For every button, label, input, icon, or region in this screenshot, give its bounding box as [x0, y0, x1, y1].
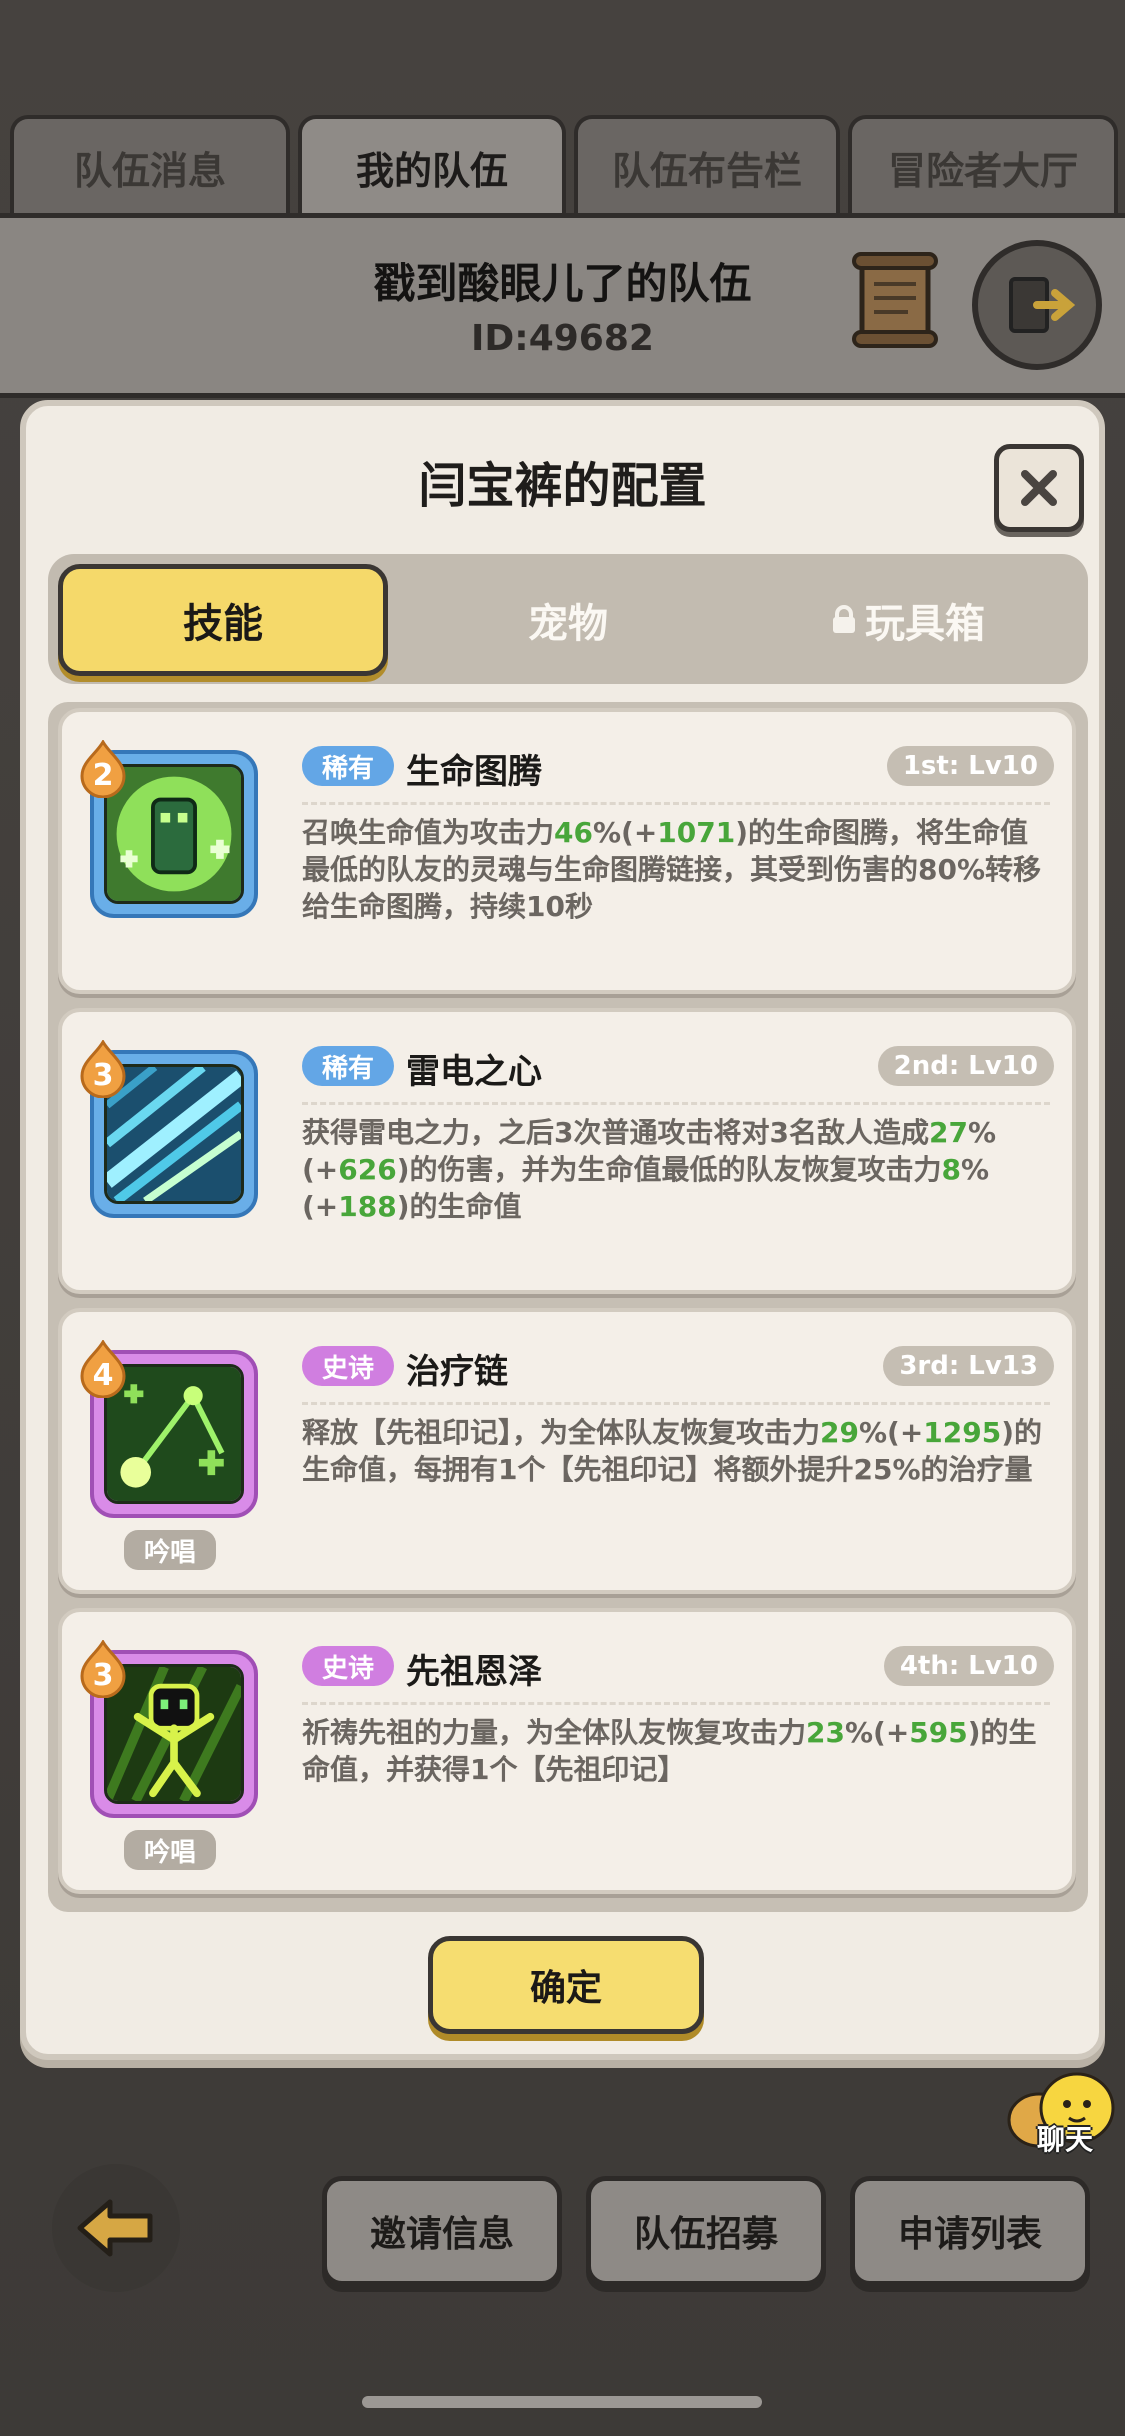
skill-name: 先祖恩泽 [406, 1652, 542, 1692]
slot-tag: 4th: Lv10 [883, 1646, 1054, 1686]
back-arrow-icon [77, 2199, 153, 2257]
level-badge: 4 [80, 1339, 126, 1399]
team-recruit-button[interactable]: 队伍招募 [586, 2176, 826, 2286]
tab-team-bulletin[interactable]: 队伍布告栏 [574, 115, 840, 215]
skill-name: 治疗链 [406, 1352, 508, 1392]
stat-value: 23 [806, 1716, 845, 1749]
chat-label[interactable]: 聊天 [1020, 2118, 1110, 2158]
config-tabs: 技能 宠物 玩具箱 [48, 554, 1088, 684]
tab-team-messages[interactable]: 队伍消息 [10, 115, 290, 215]
tab-toybox[interactable]: 玩具箱 [743, 564, 1073, 676]
exit-door-icon [1009, 277, 1076, 333]
skill-list: 2 稀有 生命图腾 1st: Lv10 召唤生命值为攻击力46%(+1071)的… [48, 702, 1088, 1912]
level-badge: 3 [80, 1039, 126, 1099]
skill-name: 生命图腾 [406, 752, 542, 792]
stat-value: 626 [338, 1153, 397, 1186]
scroll-icon[interactable] [850, 250, 940, 350]
stat-value: 46 [554, 816, 593, 849]
team-name: 戳到酸眼儿了的队伍 [373, 259, 752, 308]
tab-skills[interactable]: 技能 [58, 564, 388, 676]
divider [302, 1702, 1050, 1705]
tab-my-team[interactable]: 我的队伍 [298, 115, 566, 215]
slot-tag: 1st: Lv10 [886, 746, 1054, 786]
slot-tag: 2nd: Lv10 [877, 1046, 1054, 1086]
top-tab-bar: 队伍消息 我的队伍 队伍布告栏 冒险者大厅 [0, 115, 1125, 215]
modal-title: 闫宝裤的配置 [418, 458, 707, 514]
stat-value: 1071 [657, 816, 736, 849]
level-badge: 2 [80, 739, 126, 799]
skill-card-4[interactable]: 3 吟唱 史诗 先祖恩泽 4th: Lv10 祈祷先祖的力量，为全体队友恢复攻击… [58, 1608, 1076, 1894]
team-id: ID:49682 [471, 318, 654, 359]
skill-name: 雷电之心 [406, 1052, 542, 1092]
level-badge: 3 [80, 1639, 126, 1699]
skill-description: 释放【先祖印记】，为全体队友恢复攻击力29%(+1295)的生命值，每拥有1个【… [302, 1416, 1043, 1486]
invite-info-button[interactable]: 邀请信息 [322, 2176, 562, 2286]
close-button[interactable] [994, 444, 1084, 532]
rarity-badge: 史诗 [302, 1346, 394, 1386]
back-button[interactable] [52, 2164, 180, 2292]
stat-value: 29 [820, 1416, 859, 1449]
rarity-badge: 史诗 [302, 1646, 394, 1686]
divider [302, 802, 1050, 805]
stat-value: 595 [909, 1716, 968, 1749]
divider [302, 1102, 1050, 1105]
lock-icon [833, 605, 855, 633]
rarity-badge: 稀有 [302, 1046, 394, 1086]
skill-card-2[interactable]: 3 稀有 雷电之心 2nd: Lv10 获得雷电之力，之后3次普通攻击将对3名敌… [58, 1008, 1076, 1294]
chant-tag: 吟唱 [124, 1530, 216, 1570]
chant-tag: 吟唱 [124, 1830, 216, 1870]
confirm-button[interactable]: 确定 [428, 1936, 704, 2034]
stat-value: 8 [941, 1153, 962, 1186]
close-icon [1021, 470, 1057, 506]
tab-toybox-label: 玩具箱 [865, 601, 985, 647]
skill-card-1[interactable]: 2 稀有 生命图腾 1st: Lv10 召唤生命值为攻击力46%(+1071)的… [58, 708, 1076, 994]
divider [302, 1402, 1050, 1405]
leave-team-button[interactable] [972, 240, 1102, 370]
skill-description: 召唤生命值为攻击力46%(+1071)的生命图腾，将生命值最低的队友的灵魂与生命… [302, 816, 1042, 923]
application-list-button[interactable]: 申请列表 [850, 2176, 1090, 2286]
skill-description: 祈祷先祖的力量，为全体队友恢复攻击力23%(+595)的生命值，并获得1个【先祖… [302, 1716, 1037, 1786]
tab-pets[interactable]: 宠物 [403, 564, 733, 676]
stat-value: 1295 [923, 1416, 1002, 1449]
rarity-badge: 稀有 [302, 746, 394, 786]
stat-value: 188 [338, 1190, 397, 1223]
home-indicator[interactable] [362, 2396, 762, 2408]
config-modal: 闫宝裤的配置 技能 宠物 玩具箱 2 稀有 生命图腾 1st: Lv10 召唤生… [20, 400, 1105, 2060]
stat-value: 27 [928, 1116, 968, 1149]
skill-card-3[interactable]: 4 吟唱 史诗 治疗链 3rd: Lv13 释放【先祖印记】，为全体队友恢复攻击… [58, 1308, 1076, 1594]
tab-adventurer-hall[interactable]: 冒险者大厅 [848, 115, 1118, 215]
slot-tag: 3rd: Lv13 [883, 1346, 1054, 1386]
skill-description: 获得雷电之力，之后3次普通攻击将对3名敌人造成27%(+626)的伤害，并为生命… [302, 1116, 996, 1223]
